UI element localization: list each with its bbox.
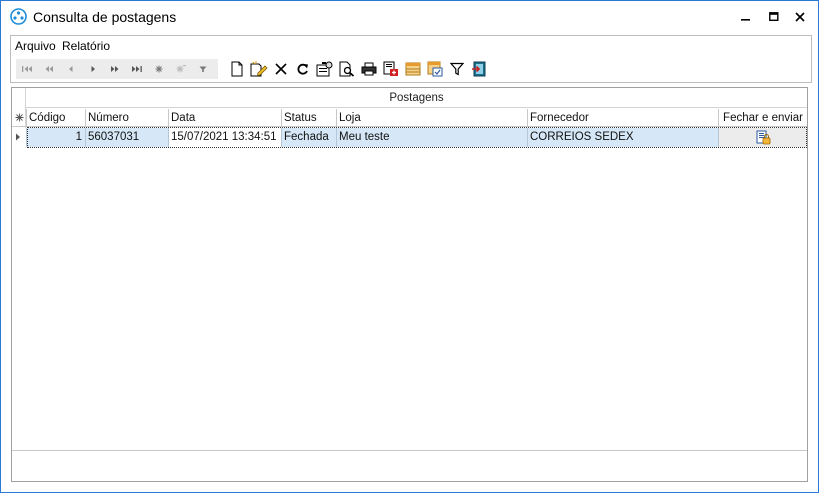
exit-icon: [472, 61, 486, 77]
title-bar[interactable]: Consulta de postagens: [1, 1, 818, 32]
delete-record-button[interactable]: [172, 60, 190, 78]
grid-band-title: Postagens: [26, 88, 807, 108]
menu-relatorio[interactable]: Relatório: [62, 39, 110, 53]
cell-numero[interactable]: 56037031: [86, 128, 169, 147]
minimize-icon: [741, 18, 750, 21]
new-document-icon: [231, 61, 243, 77]
row-indicator[interactable]: [12, 128, 27, 147]
print-icon: [361, 62, 377, 76]
postagens-grid[interactable]: Postagens Código Número Data Status Loja…: [11, 87, 808, 482]
menu-arquivo[interactable]: Arquivo: [15, 39, 56, 53]
grid-footer-divider: [12, 450, 807, 451]
column-header-status[interactable]: Status: [282, 109, 337, 127]
minimize-button[interactable]: [732, 1, 760, 32]
properties-button[interactable]: [316, 60, 334, 78]
refresh-icon: [297, 63, 308, 75]
column-header-loja[interactable]: Loja: [337, 109, 528, 127]
current-row-arrow-icon: [16, 133, 20, 141]
prev-page-icon: [45, 66, 53, 72]
cell-loja[interactable]: Meu teste: [337, 128, 528, 147]
print-button[interactable]: [360, 60, 378, 78]
insert-icon: [155, 65, 163, 73]
delete-x-icon: [275, 63, 287, 75]
menu-toolbar-panel: Arquivo Relatório: [10, 35, 812, 83]
column-header-data[interactable]: Data: [169, 109, 282, 127]
first-icon: [22, 66, 32, 72]
preview-button[interactable]: [338, 60, 356, 78]
last-icon: [132, 66, 142, 72]
close-icon: [795, 11, 805, 22]
maximize-icon: [769, 11, 779, 21]
layout-icon: [427, 61, 443, 77]
first-record-button[interactable]: [18, 60, 36, 78]
exit-button[interactable]: [470, 60, 488, 78]
column-headers: Código Número Data Status Loja Fornecedo…: [12, 109, 807, 127]
cell-codigo[interactable]: 1: [27, 128, 86, 147]
close-button[interactable]: [786, 1, 814, 32]
last-record-button[interactable]: [128, 60, 146, 78]
table-row[interactable]: 1 56037031 15/07/2021 13:34:51 Fechada M…: [12, 128, 807, 147]
funnel-icon: [450, 62, 464, 76]
grid-icon: [405, 62, 421, 76]
export-icon: [383, 61, 398, 76]
main-window: Consulta de postagens Arquivo Relatório: [0, 0, 819, 493]
new-button[interactable]: [228, 60, 246, 78]
refresh-button[interactable]: [294, 60, 312, 78]
toolbar: [16, 59, 492, 79]
next-icon: [91, 66, 95, 72]
maximize-button[interactable]: [760, 1, 788, 32]
preview-icon: [339, 61, 355, 77]
layout-button[interactable]: [426, 60, 444, 78]
next-record-button[interactable]: [84, 60, 102, 78]
close-send-icon[interactable]: [755, 130, 771, 145]
column-header-fornecedor[interactable]: Fornecedor: [528, 109, 719, 127]
column-header-codigo[interactable]: Código: [27, 109, 86, 127]
edit-document-icon: [250, 61, 268, 77]
filter-record-button[interactable]: [194, 60, 212, 78]
delete-icon: [176, 65, 186, 73]
next-page-icon: [111, 66, 119, 72]
prev-icon: [69, 66, 73, 72]
app-icon: [10, 8, 27, 25]
asterisk-icon: [15, 113, 23, 122]
next-page-button[interactable]: [106, 60, 124, 78]
cell-status[interactable]: Fechada: [282, 128, 337, 147]
column-header-indicator[interactable]: [12, 109, 27, 127]
navigator-group: [16, 59, 218, 79]
insert-record-button[interactable]: [150, 60, 168, 78]
window-title: Consulta de postagens: [33, 9, 177, 25]
filter-button[interactable]: [448, 60, 466, 78]
cell-fornecedor[interactable]: CORREIOS SEDEX: [528, 128, 719, 147]
export-button[interactable]: [382, 60, 400, 78]
delete-button[interactable]: [272, 60, 290, 78]
column-header-fechar-enviar[interactable]: Fechar e enviar: [719, 109, 807, 127]
cell-data[interactable]: 15/07/2021 13:34:51: [169, 128, 282, 147]
prev-record-button[interactable]: [62, 60, 80, 78]
filter-icon: [199, 66, 207, 72]
edit-button[interactable]: [250, 60, 268, 78]
grid-settings-button[interactable]: [404, 60, 422, 78]
prev-page-button[interactable]: [40, 60, 58, 78]
column-header-numero[interactable]: Número: [86, 109, 169, 127]
cell-fechar-enviar[interactable]: [719, 128, 807, 147]
properties-icon: [316, 61, 333, 77]
